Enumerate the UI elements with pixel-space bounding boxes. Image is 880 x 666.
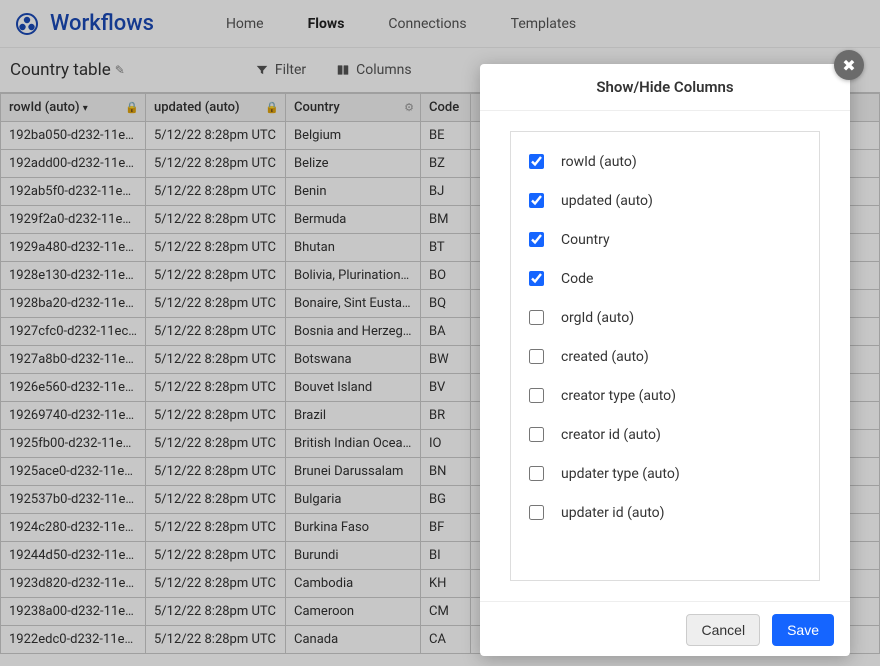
- column-toggle-row[interactable]: Country: [523, 220, 807, 259]
- column-toggle-row[interactable]: creator id (auto): [523, 415, 807, 454]
- column-toggle-checkbox[interactable]: [529, 427, 544, 442]
- column-toggle-checkbox[interactable]: [529, 505, 544, 520]
- columns-modal: Show/Hide Columns rowId (auto) updated (a…: [480, 64, 850, 656]
- column-toggle-label: Code: [561, 271, 593, 287]
- column-toggle-row[interactable]: updated (auto): [523, 181, 807, 220]
- column-toggle-checkbox[interactable]: [529, 154, 544, 169]
- column-toggle-label: rowId (auto): [561, 154, 637, 170]
- column-toggle-checkbox[interactable]: [529, 232, 544, 247]
- column-toggle-row[interactable]: creator type (auto): [523, 376, 807, 415]
- column-toggle-row[interactable]: Code: [523, 259, 807, 298]
- save-button[interactable]: Save: [772, 614, 834, 646]
- column-toggle-row[interactable]: updater type (auto): [523, 454, 807, 493]
- column-toggle-checkbox[interactable]: [529, 193, 544, 208]
- modal-footer: Cancel Save: [480, 601, 850, 658]
- column-toggle-checkbox[interactable]: [529, 388, 544, 403]
- column-toggle-checkbox[interactable]: [529, 271, 544, 286]
- column-toggle-row[interactable]: created (auto): [523, 337, 807, 376]
- modal-close-button[interactable]: ✖: [834, 50, 864, 80]
- column-toggle-label: created (auto): [561, 349, 649, 365]
- column-toggle-label: orgId (auto): [561, 310, 634, 326]
- column-toggle-row[interactable]: orgId (auto): [523, 298, 807, 337]
- column-toggle-checkbox[interactable]: [529, 349, 544, 364]
- column-toggle-checkbox[interactable]: [529, 466, 544, 481]
- column-toggle-label: Country: [561, 232, 610, 248]
- column-toggle-label: creator id (auto): [561, 427, 661, 443]
- column-toggle-row[interactable]: updater id (auto): [523, 493, 807, 532]
- column-checklist: rowId (auto) updated (auto) Country Code org…: [510, 131, 820, 581]
- column-toggle-label: updater id (auto): [561, 505, 665, 521]
- close-icon: ✖: [842, 56, 855, 75]
- column-toggle-label: updater type (auto): [561, 466, 680, 482]
- column-toggle-label: updated (auto): [561, 193, 653, 209]
- column-toggle-label: creator type (auto): [561, 388, 676, 404]
- column-toggle-row[interactable]: rowId (auto): [523, 142, 807, 181]
- cancel-button[interactable]: Cancel: [686, 614, 760, 646]
- modal-title: Show/Hide Columns: [480, 64, 850, 111]
- column-toggle-checkbox[interactable]: [529, 310, 544, 325]
